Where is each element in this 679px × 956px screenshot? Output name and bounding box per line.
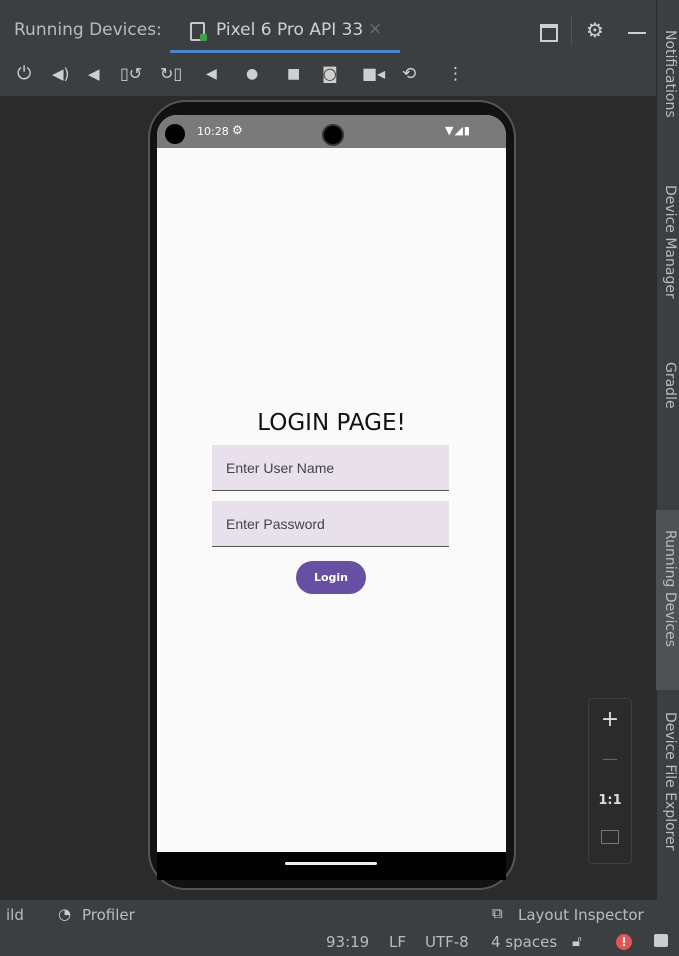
password-field[interactable] xyxy=(212,501,449,547)
build-tab[interactable]: ild xyxy=(6,906,24,924)
login-button[interactable]: Login xyxy=(296,561,366,594)
settings-status-icon: ⚙ xyxy=(232,123,243,137)
layout-inspector-tab[interactable]: Layout Inspector xyxy=(518,906,644,924)
gradle-tab[interactable]: Gradle xyxy=(662,362,678,409)
phone-time: 10:28 xyxy=(197,125,229,138)
device-file-explorer-tab[interactable]: Device File Explorer xyxy=(662,712,678,851)
front-camera xyxy=(322,124,344,146)
zoom-out-button[interactable]: — xyxy=(589,749,631,768)
ide-status-bar: 93:19 LF UTF-8 4 spaces 🔓︎ ! xyxy=(0,930,679,956)
file-encoding[interactable]: UTF-8 xyxy=(425,933,469,951)
tool-window-title: Running Devices: xyxy=(14,20,162,40)
divider xyxy=(571,16,572,44)
actual-size-button[interactable]: 1:1 xyxy=(589,793,631,808)
gesture-nav-bar xyxy=(157,852,506,880)
notifications-tab[interactable]: Notifications xyxy=(662,30,678,118)
zoom-in-button[interactable]: + xyxy=(589,707,631,732)
signal-battery-icon: ▼◢▮ xyxy=(445,124,471,137)
device-file-explorer-tab-label: Device File Explorer xyxy=(662,712,678,851)
indent-setting[interactable]: 4 spaces xyxy=(491,933,557,951)
phone-status-bar: 10:28 ⚙ ▼◢▮ xyxy=(157,115,506,148)
error-icon[interactable]: ! xyxy=(616,934,632,950)
device-toolbar: ⏻ ◀) ◀ ▯↺ ↻▯ ◀ ● ■ ◙ ■◂ ⟲ ⋮ xyxy=(0,56,656,96)
camera-dot xyxy=(165,124,185,144)
power-icon[interactable]: ⏻ xyxy=(17,62,31,86)
device-screen[interactable]: 10:28 ⚙ ▼◢▮ LOGIN PAGE! Login xyxy=(157,115,506,880)
profiler-icon: ◔ xyxy=(58,905,72,923)
screenshot-icon[interactable]: ◙ xyxy=(322,62,338,86)
volume-up-icon[interactable]: ◀) xyxy=(52,62,69,86)
fit-screen-icon xyxy=(601,830,619,844)
event-log-icon[interactable] xyxy=(654,934,668,947)
running-indicator-icon xyxy=(200,34,207,41)
device-manager-tab[interactable]: Device Manager xyxy=(662,185,678,299)
volume-down-icon[interactable]: ◀ xyxy=(88,62,100,86)
layout-inspector-icon: ⧉ xyxy=(492,904,503,922)
active-tab-indicator xyxy=(170,50,400,53)
minimize-icon[interactable] xyxy=(628,32,646,34)
screen-title: LOGIN PAGE! xyxy=(257,410,406,436)
device-tab-label: Pixel 6 Pro API 33 xyxy=(216,20,364,40)
more-options-icon[interactable]: ⋮ xyxy=(447,62,464,86)
device-tab[interactable]: Pixel 6 Pro API 33 × xyxy=(170,10,400,54)
home-icon[interactable]: ● xyxy=(246,62,258,86)
close-tab-icon[interactable]: × xyxy=(368,19,382,39)
snapshot-icon[interactable]: ⟲ xyxy=(402,62,416,86)
back-icon[interactable]: ◀ xyxy=(206,62,217,86)
home-gesture-pill[interactable] xyxy=(285,862,377,865)
running-devices-tab[interactable]: Running Devices xyxy=(662,530,678,647)
password-input[interactable] xyxy=(212,501,449,546)
notifications-tab-label: Notifications xyxy=(662,30,678,118)
rotate-left-icon[interactable]: ▯↺ xyxy=(120,62,142,86)
username-field[interactable] xyxy=(212,445,449,491)
username-input[interactable] xyxy=(212,445,449,490)
gradle-tab-label: Gradle xyxy=(662,362,678,409)
window-layout-icon[interactable] xyxy=(540,24,558,42)
screen-record-icon[interactable]: ■◂ xyxy=(362,62,385,86)
overview-icon[interactable]: ■ xyxy=(287,62,300,86)
line-ending[interactable]: LF xyxy=(389,933,406,951)
gear-icon[interactable]: ⚙ xyxy=(586,18,604,42)
device-manager-tab-label: Device Manager xyxy=(662,185,678,299)
bottom-tool-bar: ild ◔ Profiler ⧉ Layout Inspector xyxy=(0,900,679,930)
zoom-controls: + — 1:1 xyxy=(588,698,632,864)
running-devices-tab-label: Running Devices xyxy=(662,530,678,647)
caret-position[interactable]: 93:19 xyxy=(326,933,369,951)
fit-screen-button[interactable] xyxy=(589,829,631,848)
unlock-icon[interactable]: 🔓︎ xyxy=(572,932,582,950)
profiler-tab[interactable]: Profiler xyxy=(82,906,135,924)
rotate-right-icon[interactable]: ↻▯ xyxy=(160,62,182,86)
